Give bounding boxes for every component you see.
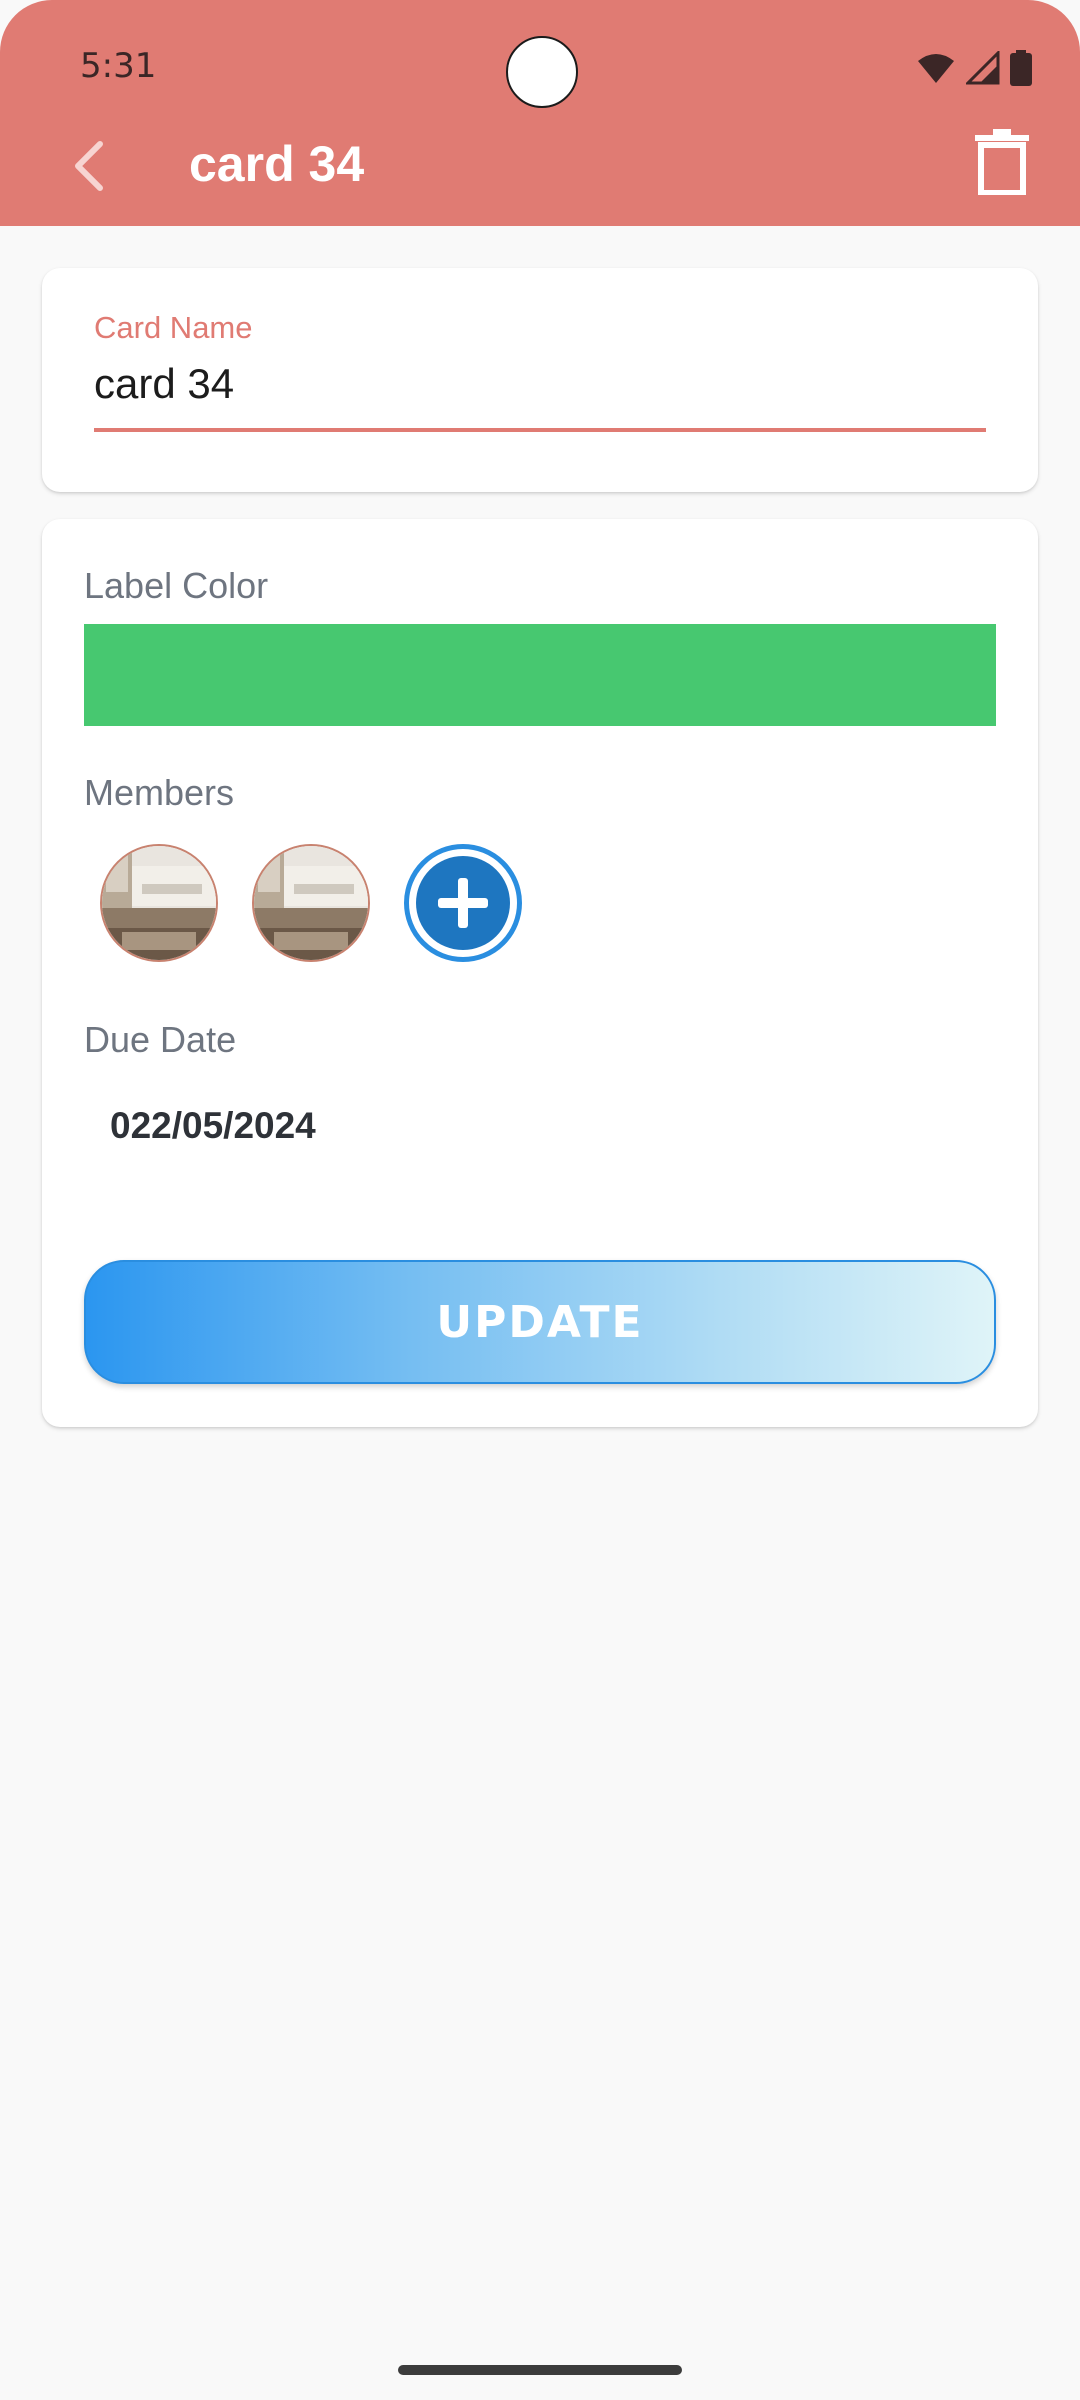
avatar-image — [254, 846, 368, 960]
status-time: 5:31 — [80, 46, 157, 86]
members-list — [100, 844, 522, 962]
trash-icon — [975, 129, 1029, 195]
members-label: Members — [84, 772, 235, 813]
card-name-label: Card Name — [94, 310, 253, 345]
gesture-nav-handle[interactable] — [398, 2365, 682, 2375]
chevron-left-icon — [75, 141, 103, 191]
update-button[interactable]: UPDATE — [84, 1260, 996, 1384]
toolbar: card 34 — [0, 110, 1080, 226]
label-color-swatch[interactable] — [84, 624, 996, 726]
avatar-image — [102, 846, 216, 960]
back-button[interactable] — [50, 126, 130, 206]
member-avatar[interactable] — [100, 844, 218, 962]
wifi-icon — [918, 54, 954, 83]
cellular-signal-icon — [966, 51, 1000, 85]
app-bar: 5:31 card 34 — [0, 0, 1080, 226]
card-name-input[interactable] — [94, 360, 984, 408]
status-icons — [916, 50, 1032, 86]
due-date-label: Due Date — [84, 1019, 237, 1060]
card-details-card: Label Color Members Due Date 022/05/2024… — [42, 519, 1038, 1427]
add-member-circle — [416, 856, 510, 950]
add-member-button[interactable] — [404, 844, 522, 962]
battery-icon — [1010, 50, 1032, 86]
label-color-label: Label Color — [84, 565, 269, 606]
card-name-card: Card Name — [42, 268, 1038, 492]
member-avatar[interactable] — [252, 844, 370, 962]
page-title: card 34 — [189, 136, 365, 192]
due-date-value[interactable]: 022/05/2024 — [110, 1105, 316, 1147]
delete-button[interactable] — [954, 114, 1050, 210]
card-name-underline — [94, 428, 986, 432]
camera-cutout — [506, 36, 578, 108]
plus-icon — [438, 878, 488, 928]
update-button-label: UPDATE — [436, 1296, 644, 1348]
